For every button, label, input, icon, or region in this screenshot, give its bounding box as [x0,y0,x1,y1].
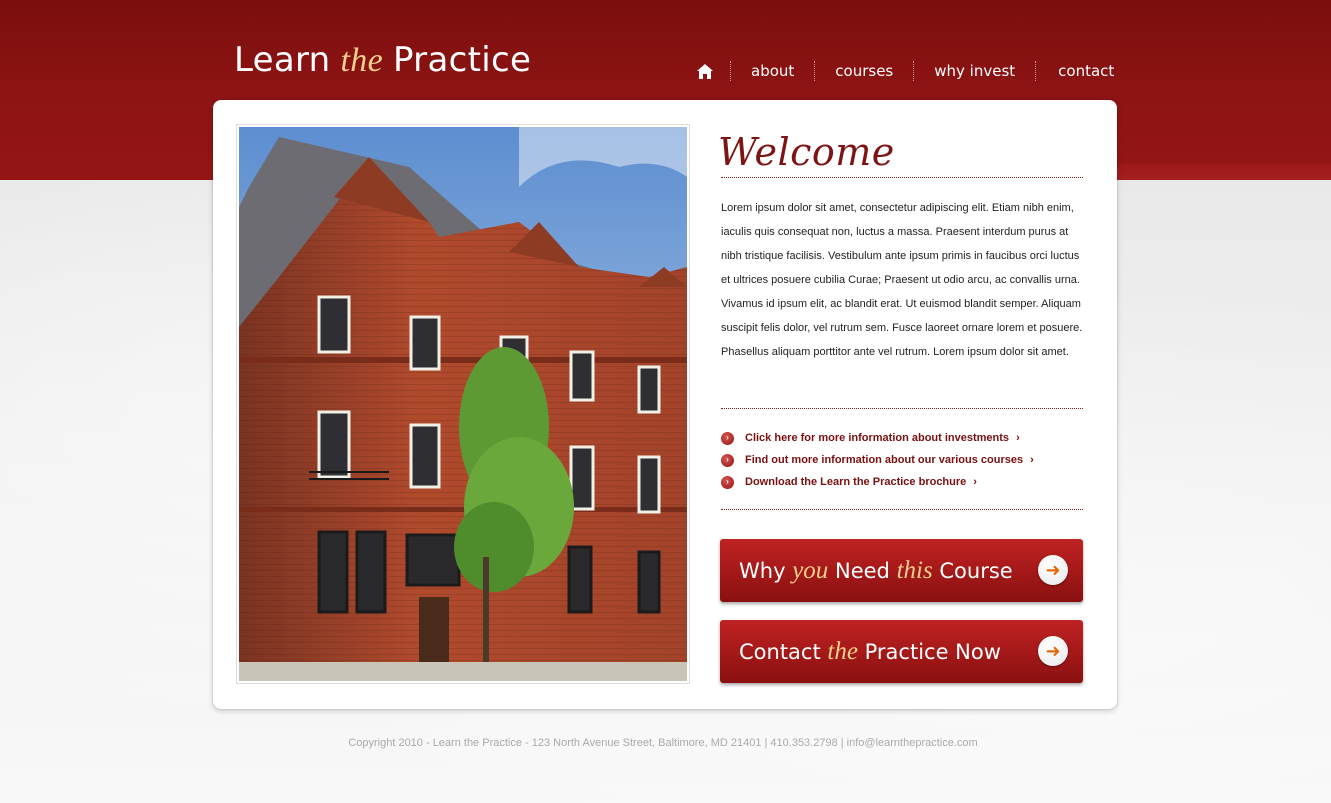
nav-home[interactable] [690,58,720,84]
nav-separator [814,61,816,81]
site-logo[interactable]: Learn the Practice [234,40,531,80]
footer-text: Copyright 2010 - Learn the Practice - 12… [348,737,978,749]
cta-word: Course [939,558,1013,583]
link-label: Find out more information about our vari… [745,454,1024,466]
intro-paragraph: Lorem ipsum dolor sit amet, consectetur … [721,202,1083,358]
divider-dotted [721,509,1083,510]
building-photo [239,127,687,681]
photo-frame [236,124,690,684]
cta-label: Contact the Practice Now [739,638,1001,666]
nav-separator [913,61,915,81]
cta-accent-word: this [896,556,933,584]
contact-the-practice-now-button[interactable]: Contact the Practice Now ➜ [720,620,1083,683]
home-icon [697,63,713,79]
cta-accent-word: you [792,556,829,584]
link-brochure[interactable]: › Download the Learn the Practice brochu… [721,471,1091,493]
arrow-right-circle-icon: ➜ [1038,636,1068,666]
nav-why-invest[interactable]: why invest [916,62,1033,80]
header-band-shade [1117,164,1331,180]
nav-separator [730,61,731,81]
link-label: Click here for more information about in… [745,432,1010,444]
link-label: Download the Learn the Practice brochure [745,476,967,488]
cta-accent-word: the [827,637,858,665]
cta-word: Why [739,558,786,583]
arrow-right-circle-icon: ➜ [1038,555,1068,585]
logo-word-learn: Learn [234,40,331,80]
link-courses[interactable]: › Find out more information about our va… [721,449,1091,471]
link-investments[interactable]: › Click here for more information about … [721,427,1091,449]
why-you-need-this-course-button[interactable]: Why you Need this Course ➜ [720,539,1083,602]
arrow-bullet-icon: › [721,431,734,445]
nav-courses[interactable]: courses [817,62,911,80]
arrow-bullet-icon: › [721,453,734,467]
logo-word-the: the [340,42,383,79]
content-card: Welcome Lorem ipsum dolor sit amet, cons… [213,100,1117,709]
info-links: › Click here for more information about … [721,427,1091,493]
chevron-right-icon: › [1016,432,1020,444]
welcome-title: Welcome [718,130,895,174]
cta-word: Practice Now [864,639,1001,664]
cta-word: Need [835,558,890,583]
arrow-bullet-icon: › [721,475,734,489]
nav-separator [1035,61,1037,81]
logo-word-practice: Practice [392,40,532,80]
main-nav: about courses why invest contact [690,58,1114,84]
cta-label: Why you Need this Course [739,557,1013,585]
nav-contact[interactable]: contact [1038,62,1114,80]
chevron-right-icon: › [1030,454,1034,466]
cta-word: Contact [739,639,821,664]
nav-about[interactable]: about [733,62,812,80]
chevron-right-icon: › [973,476,977,488]
divider-dotted [721,408,1083,409]
divider-dotted [721,177,1083,178]
